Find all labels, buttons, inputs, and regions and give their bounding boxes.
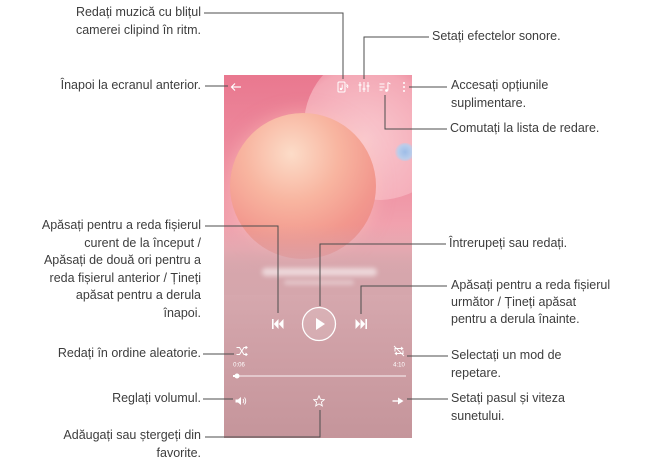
callout-volume: Reglați volumul. — [112, 390, 201, 408]
callout-shuffle: Redați în ordine aleatorie. — [58, 345, 201, 363]
leader-sound-effects — [363, 36, 429, 79]
callout-line: reda fișierul anterior / Țineți — [49, 270, 201, 285]
callout-line: curent de la început / — [84, 235, 201, 250]
callout-line: repetare. — [451, 365, 502, 380]
callout-line: înapoi. — [163, 305, 201, 320]
leader-previous — [205, 225, 279, 313]
callout-next: Apăsați pentru a reda fișierul următor /… — [451, 277, 610, 329]
callout-line: următor / Țineți apăsat — [451, 295, 577, 310]
callout-sound-effects: Setați efectelor sonore. — [432, 28, 561, 46]
callout-line: Redați în ordine aleatorie. — [57, 346, 201, 360]
callout-line: camerei clipind în ritm. — [75, 22, 201, 37]
callout-flash-sync: Redați muzică cu blițul camerei clipind … — [76, 4, 201, 39]
callout-more-options: Accesați opțiunile suplimentare. — [451, 77, 548, 112]
callout-repeat: Selectați un mod de repetare. — [451, 347, 562, 382]
callout-line: Setați pasul și viteza — [451, 391, 565, 405]
callout-line: Adăugați sau ștergeți din — [63, 428, 201, 442]
callout-play-pause: Întrerupeți sau redați. — [449, 235, 567, 253]
callout-line: suplimentare. — [451, 95, 527, 110]
leader-next — [360, 285, 447, 314]
callout-line: Comutați la lista de redare. — [450, 121, 600, 135]
manual-page: 0:06 4:10 Redați muzică cu blițul camere — [0, 0, 645, 463]
callout-line: Redați muzică cu blițul — [75, 5, 201, 19]
callout-line: pentru a derula înainte. — [451, 312, 580, 327]
callout-playlist: Comutați la lista de redare. — [450, 120, 599, 138]
leader-favorite — [205, 410, 321, 438]
callout-line: Întrerupeți sau redați. — [449, 236, 568, 250]
leader-playlist — [384, 95, 447, 130]
callout-favorite: Adăugați sau ștergeți din favorite. — [63, 427, 201, 462]
callout-line: favorite. — [156, 445, 201, 460]
callout-line: Înapoi la ecranul anterior. — [60, 78, 201, 92]
callout-line: Apăsați de două ori pentru a — [43, 253, 201, 268]
callout-line: Apăsați pentru a reda fișierul — [451, 278, 611, 292]
callout-line: Selectați un mod de — [451, 348, 562, 362]
callout-back: Înapoi la ecranul anterior. — [61, 77, 201, 95]
callout-line: sunetului. — [451, 408, 505, 423]
callout-line: apăsat pentru a derula — [75, 288, 201, 303]
callout-line: Apăsați pentru a reda fișierul — [41, 218, 201, 232]
callout-line: Reglați volumul. — [112, 391, 201, 405]
callout-previous: Apăsați pentru a reda fișierul curent de… — [42, 217, 201, 323]
callout-line: Accesați opțiunile — [451, 78, 549, 92]
callout-speed-pitch: Setați pasul și viteza sunetului. — [451, 390, 565, 425]
leader-play-pause — [319, 243, 446, 306]
leader-flash-sync — [204, 12, 344, 79]
callout-line: Setați efectelor sonore. — [432, 29, 561, 43]
